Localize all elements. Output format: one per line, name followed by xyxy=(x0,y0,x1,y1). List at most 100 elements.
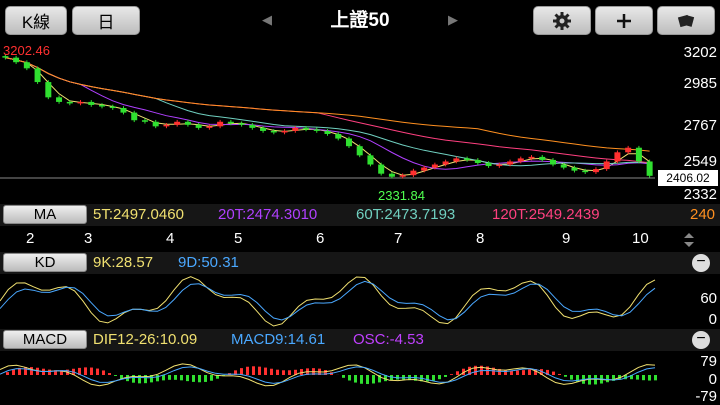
candle-body xyxy=(604,161,610,169)
scroll-updown-icon[interactable] xyxy=(682,232,696,248)
osc-bar xyxy=(432,375,435,381)
osc-bar xyxy=(654,375,657,380)
osc-bar xyxy=(528,370,531,375)
osc-bar xyxy=(210,375,213,381)
month-label: 6 xyxy=(316,230,324,247)
candle-body xyxy=(443,161,449,164)
period-button[interactable]: 日 xyxy=(72,6,140,35)
osc-bar xyxy=(264,368,267,375)
month-label: 4 xyxy=(166,230,174,247)
candle-body xyxy=(507,161,513,164)
macd-button[interactable]: MACD xyxy=(3,330,87,349)
candle-body xyxy=(357,146,363,155)
osc-bar xyxy=(186,375,189,381)
candle-body xyxy=(217,122,223,127)
remove-kd-icon[interactable]: − xyxy=(692,254,710,272)
candle-body xyxy=(561,165,567,168)
candle-body xyxy=(378,165,384,174)
osc-bar xyxy=(564,375,567,377)
osc-bar xyxy=(30,367,33,375)
ma120-value: 120T:2549.2439 xyxy=(492,206,600,223)
gear-icon[interactable] xyxy=(533,6,591,35)
month-label: 8 xyxy=(476,230,484,247)
osc-bar xyxy=(114,375,117,376)
candle-body xyxy=(486,163,492,166)
candle-body xyxy=(99,105,105,107)
candle-body xyxy=(314,129,320,131)
macd-chart[interactable] xyxy=(0,353,660,403)
remove-macd-icon[interactable]: − xyxy=(692,331,710,349)
osc-bar xyxy=(474,366,477,375)
page-title: 上證50 xyxy=(260,8,460,34)
osc-bar xyxy=(96,369,99,375)
osc-bar xyxy=(360,375,363,384)
candle-body xyxy=(367,155,373,164)
macd-axis-label: 0 xyxy=(667,371,717,388)
candle-body xyxy=(13,58,19,63)
ma-button[interactable]: MA xyxy=(3,205,87,224)
osc-bar xyxy=(516,371,519,375)
next-arrow-icon[interactable]: ▶ xyxy=(448,12,458,28)
candle-body xyxy=(421,168,427,171)
candle-body xyxy=(45,82,51,97)
candle-body xyxy=(614,152,620,161)
osc-bar xyxy=(276,370,279,375)
candle-body xyxy=(292,128,298,131)
osc-bar xyxy=(270,369,273,375)
ma60-value: 60T:2473.7193 xyxy=(356,206,455,223)
osc-value: OSC:-4.53 xyxy=(353,331,424,348)
osc-bar xyxy=(192,375,195,382)
d-line xyxy=(0,281,655,320)
kd-button[interactable]: KD xyxy=(3,253,87,272)
candle-body xyxy=(163,125,169,127)
ma5-line xyxy=(5,58,649,176)
candle-body xyxy=(325,131,331,134)
price-axis-label: 2549 xyxy=(660,153,720,170)
price-chart[interactable] xyxy=(0,42,720,202)
candle-body xyxy=(539,157,545,160)
ma120-line xyxy=(5,58,649,163)
osc-bar xyxy=(642,375,645,380)
osc-bar xyxy=(246,367,249,375)
month-label: 10 xyxy=(632,230,649,247)
candle-body xyxy=(131,113,137,121)
osc-bar xyxy=(288,370,291,375)
osc-bar xyxy=(342,375,345,378)
rotate-icon[interactable] xyxy=(657,6,715,35)
candle-body xyxy=(174,122,180,125)
ma-strip: MA 5T:2497.0460 20T:2474.3010 60T:2473.7… xyxy=(0,204,720,226)
osc-bar xyxy=(594,375,597,384)
osc-bar xyxy=(426,375,429,381)
osc-bar xyxy=(354,375,357,383)
osc-bar xyxy=(282,370,285,375)
ma5-value: 5T:2497.0460 xyxy=(93,206,184,223)
kline-button[interactable]: K線 xyxy=(5,6,67,35)
osc-bar xyxy=(576,375,579,382)
candle-body xyxy=(529,157,535,159)
plus-icon[interactable] xyxy=(595,6,653,35)
month-label: 2 xyxy=(26,230,34,247)
k-value: 9K:28.57 xyxy=(93,254,153,271)
month-label: 9 xyxy=(562,230,570,247)
macd-axis-label: -79 xyxy=(667,388,717,405)
kd-chart[interactable] xyxy=(0,275,660,327)
month-label: 7 xyxy=(394,230,402,247)
candle-body xyxy=(142,120,148,122)
candle-body xyxy=(239,123,245,125)
candle-body xyxy=(335,134,341,139)
candle-body xyxy=(647,161,653,175)
macd9-value: MACD9:14.61 xyxy=(231,331,325,348)
k-line xyxy=(0,277,655,326)
candle-body xyxy=(78,102,84,104)
candle-body xyxy=(110,106,116,108)
ma240-value: 240 xyxy=(690,206,715,223)
osc-bar xyxy=(648,375,651,381)
candle-body xyxy=(206,126,212,128)
osc-bar xyxy=(552,372,555,375)
osc-bar xyxy=(12,370,15,375)
osc-bar xyxy=(456,371,459,375)
osc-bar xyxy=(570,375,573,380)
price-axis-label: 2985 xyxy=(660,75,720,92)
candle-body xyxy=(303,128,309,130)
osc-bar xyxy=(168,375,171,380)
